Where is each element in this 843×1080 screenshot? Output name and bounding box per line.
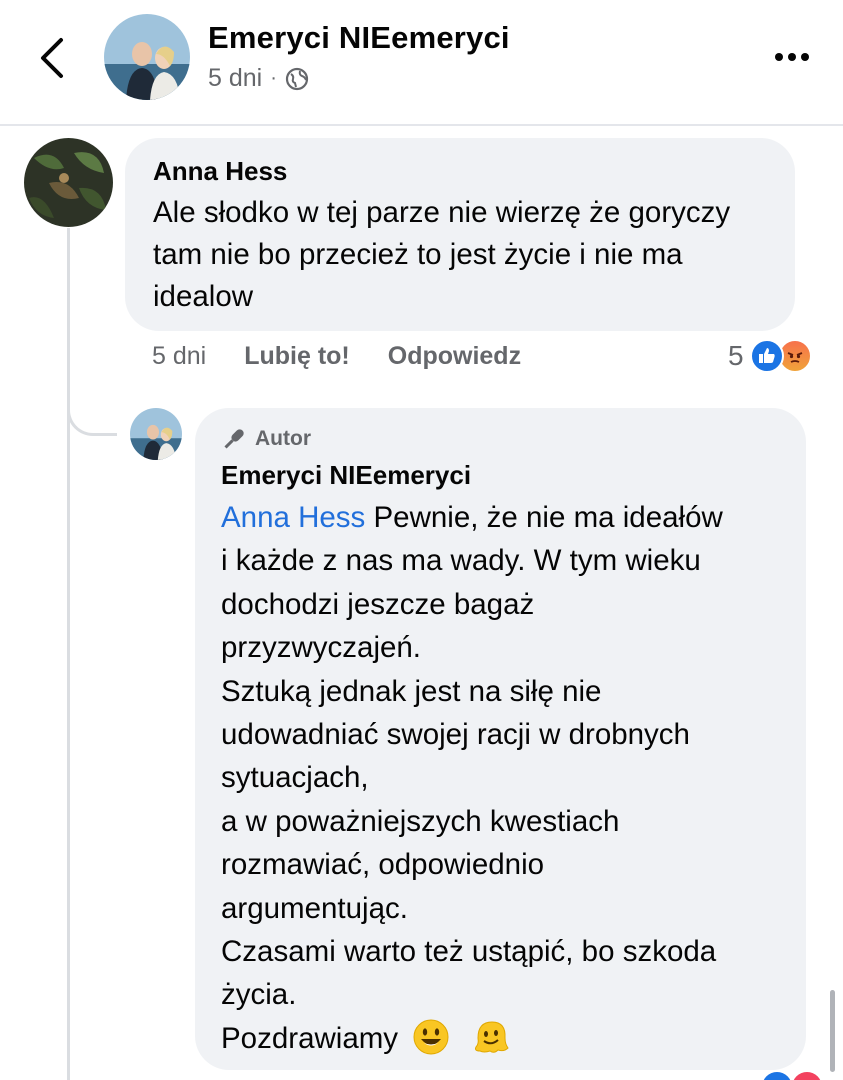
post-time[interactable]: 5 dni bbox=[208, 64, 262, 93]
reply-line: udowadniać swojej racji w drobnych bbox=[221, 718, 690, 752]
thread-connector bbox=[67, 392, 117, 436]
reply-author[interactable]: Emeryci NIEemeryci bbox=[221, 460, 471, 491]
comment-author[interactable]: Anna Hess bbox=[153, 156, 287, 187]
reply-line: Czasami warto też ustąpić, bo szkoda bbox=[221, 935, 717, 969]
chevron-left-icon bbox=[41, 38, 63, 78]
reply-line: argumentując. bbox=[221, 891, 408, 925]
reply-line: przyzwyczajeń. bbox=[221, 631, 422, 665]
post-header: Emeryci NIEemeryci 5 dni · bbox=[0, 0, 843, 126]
author-badge-label: Autor bbox=[255, 427, 311, 450]
more-horizontal-icon bbox=[775, 53, 783, 61]
partial-reaction-icon bbox=[792, 1072, 822, 1080]
reaction-count: 5 bbox=[728, 340, 744, 371]
comment-actions: 5 dni Lubię to! Odpowiedz bbox=[152, 342, 559, 371]
reply-text: Anna Hess Pewnie, że nie ma ideałów i ka… bbox=[221, 496, 796, 1060]
microphone-icon bbox=[224, 429, 244, 449]
reply-line: a w poważniejszych kwestiach bbox=[221, 804, 620, 838]
reply-author-avatar[interactable] bbox=[130, 408, 182, 460]
page-name[interactable]: Emeryci NIEemeryci bbox=[208, 20, 510, 56]
melting-face-emoji bbox=[475, 1021, 510, 1053]
reply-line: Anna Hess Pewnie, że nie ma ideałów bbox=[221, 501, 723, 534]
globe-icon bbox=[285, 67, 308, 90]
reply-line: i każde z nas ma wady. W tym wieku bbox=[221, 544, 701, 578]
page-avatar[interactable] bbox=[104, 14, 190, 100]
like-button[interactable]: Lubię to! bbox=[244, 342, 350, 371]
mention-link[interactable]: Anna Hess bbox=[221, 501, 365, 534]
partial-reaction-icon bbox=[762, 1072, 792, 1080]
reply-bubble: Autor Emeryci NIEemeryci Anna Hess Pewni… bbox=[195, 408, 806, 1070]
comment-time[interactable]: 5 dni bbox=[152, 342, 206, 371]
thread-line bbox=[67, 228, 70, 1080]
meta-separator: · bbox=[270, 67, 277, 89]
back-button[interactable] bbox=[30, 32, 74, 84]
comment-text: Ale słodko w tej parze nie wierzę że gor… bbox=[153, 196, 731, 313]
commenter-avatar[interactable] bbox=[24, 138, 113, 227]
reactions-summary[interactable]: 5 bbox=[728, 339, 812, 373]
reply-button[interactable]: Odpowiedz bbox=[388, 342, 521, 371]
like-reaction-icon bbox=[749, 339, 784, 373]
reply-line: dochodzi jeszcze bagaż bbox=[221, 587, 535, 621]
comment-bubble: Anna Hess Ale słodko w tej parze nie wie… bbox=[125, 138, 795, 331]
author-badge: Autor bbox=[221, 426, 311, 452]
scrollbar[interactable] bbox=[830, 990, 835, 1072]
reply-line: życia. bbox=[221, 978, 297, 1012]
reply-line: sytuacjach, bbox=[221, 761, 369, 795]
reply-line-last: Pozdrawiamy bbox=[221, 1017, 796, 1060]
post-meta: 5 dni · bbox=[208, 64, 309, 93]
smiley-emoji bbox=[413, 1019, 449, 1055]
more-options-button[interactable] bbox=[766, 40, 818, 74]
reply-line: Sztuką jednak jest na siłę nie bbox=[221, 674, 602, 708]
reply-line: rozmawiać, odpowiednio bbox=[221, 848, 545, 882]
